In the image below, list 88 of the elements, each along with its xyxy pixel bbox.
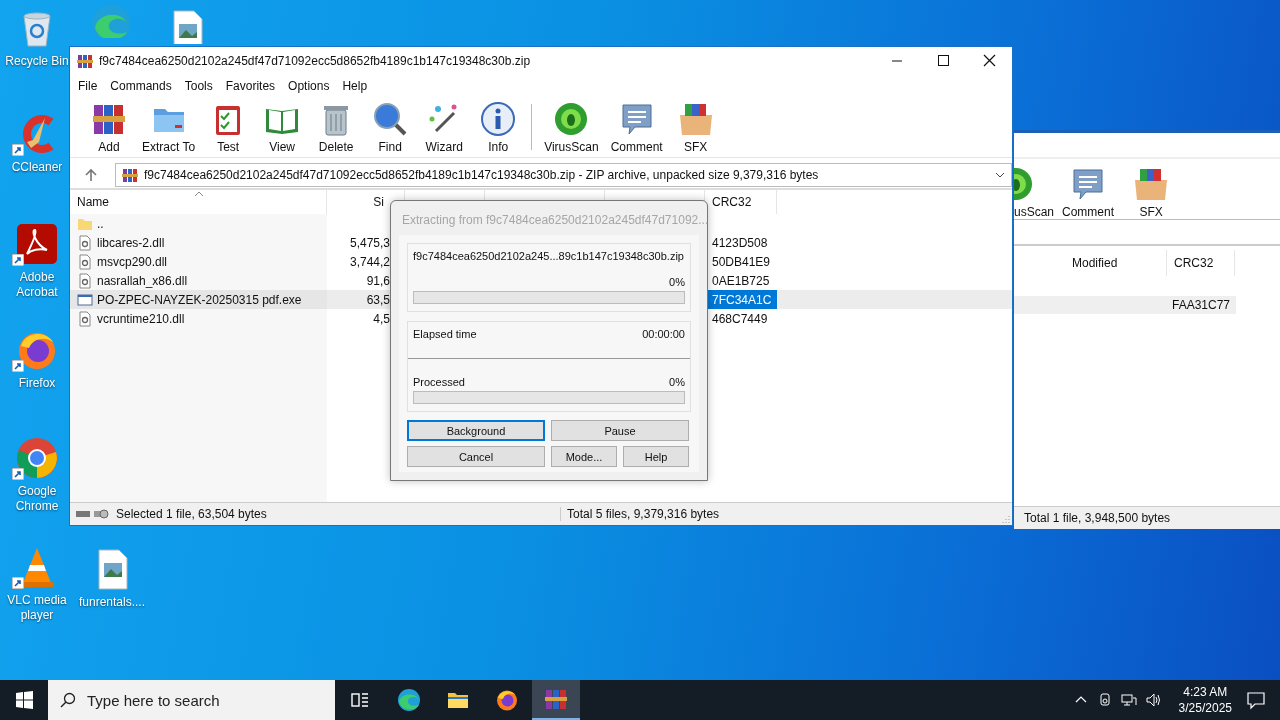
gear-file-icon <box>77 234 93 251</box>
toolbar-button[interactable]: Test <box>201 100 256 154</box>
toolbar-button[interactable]: View <box>255 100 310 154</box>
file-size: 3,744,2 <box>348 253 391 271</box>
toolbar-button[interactable]: SFX <box>668 100 723 154</box>
toolbar-button[interactable]: Info <box>471 100 526 154</box>
gear-file-icon <box>77 272 93 289</box>
firefox-icon <box>495 688 519 712</box>
percent-text: 0% <box>669 376 685 388</box>
file-name[interactable]: libcares-2.dll <box>70 233 327 252</box>
address-field[interactable]: f9c7484cea6250d2102a245df47d71092ecc5d8652fb4189c1b147c19348c30b.zip - ZIP archive, unpacked size 9,379,316 bytes <box>115 163 1012 187</box>
acrobat-icon[interactable] <box>15 222 59 266</box>
crc-value: 7FC34A1C <box>705 290 777 309</box>
dialog-button[interactable]: Cancel <box>407 446 545 467</box>
winrar-icon <box>122 167 138 183</box>
search-field[interactable]: Type here to search <box>48 680 335 720</box>
toolbar-button[interactable]: Wizard <box>417 100 472 154</box>
drive-icon <box>75 508 109 520</box>
file-name[interactable]: PO-ZPEC-NAYZEK-20250315 pdf.exe <box>70 290 327 309</box>
column-header[interactable]: Name <box>77 195 109 209</box>
archive-name: f9c7484cea6250d2102a245...89c1b147c19348c30b.zip <box>413 250 685 262</box>
toolbar-button[interactable]: Extract To <box>136 100 202 154</box>
dropdown-caret-icon <box>995 172 1005 178</box>
crc-value: 4123D508 <box>711 234 769 252</box>
notification-icon[interactable] <box>1246 690 1266 710</box>
network-icon[interactable] <box>1120 692 1137 708</box>
elapsed-value: 00:00:00 <box>642 328 685 340</box>
application-icon <box>77 291 93 308</box>
dialog-button[interactable]: Pause <box>551 420 689 441</box>
column-header[interactable]: CRC32 <box>712 195 752 209</box>
column-header[interactable]: Modified <box>1072 250 1167 276</box>
toolbar-button[interactable]: VirusScan <box>538 100 605 154</box>
processed-label: Processed <box>413 376 465 388</box>
box-icon <box>1133 166 1170 202</box>
toolbar-button[interactable]: SFX <box>1122 166 1181 219</box>
gear-file-icon <box>77 310 93 327</box>
file-size: 5,475,3 <box>348 234 391 252</box>
crc-value: 468C7449 <box>711 310 769 328</box>
menu-item[interactable]: Options <box>288 78 330 94</box>
speaker-icon[interactable] <box>1144 692 1161 708</box>
file-name[interactable]: .. <box>70 214 327 233</box>
desktop-icon-label: Firefox <box>18 376 56 391</box>
desktop-icon-label: Adobe Acrobat <box>15 270 59 300</box>
menu-item[interactable]: Favorites <box>225 78 276 94</box>
gear-file-icon <box>77 253 93 270</box>
file-size: 91,6 <box>365 272 391 290</box>
desktop-icon-label: CCleaner <box>11 160 63 175</box>
toolbar-button[interactable]: Add <box>82 100 136 154</box>
crc-value: 50DB41E9 <box>711 253 772 271</box>
dialog-button[interactable]: Mode... <box>551 446 617 467</box>
file-name[interactable]: msvcp290.dll <box>70 252 327 271</box>
column-header[interactable]: CRC32 <box>1167 250 1235 276</box>
clock[interactable]: 4:23 AM 3/25/2025 <box>1178 684 1232 716</box>
desktop-icon-label: funrentals.... <box>78 595 145 610</box>
books-icon <box>544 687 568 711</box>
window-title: f9c7484cea6250d2102a245df47d71092ecc5d8652fb4189c1b147c19348c30b.zip <box>99 54 531 68</box>
file-size: 4,5 <box>372 310 391 328</box>
status-text: Total 1 file, 3,948,500 bytes <box>1024 511 1171 525</box>
column-header[interactable]: Si <box>373 195 384 209</box>
crc-value: 0AE1B725 <box>711 272 771 290</box>
menu-item[interactable]: Help <box>342 78 368 94</box>
dialog-button[interactable]: Background <box>407 420 545 441</box>
toolbar-button[interactable]: Comment <box>1054 166 1123 219</box>
menu-item[interactable]: File <box>78 78 98 94</box>
search-icon <box>60 692 76 708</box>
toolbar-button[interactable]: Delete <box>309 100 364 154</box>
elapsed-label: Elapsed time <box>413 328 477 340</box>
toolbar-button[interactable]: Find <box>363 100 418 154</box>
chrome-icon[interactable] <box>15 436 59 480</box>
menu-item[interactable]: Tools <box>184 78 213 94</box>
desktop-icon-label: Google Chrome <box>14 484 60 514</box>
desktop-icon-label: VLC media player <box>6 593 68 623</box>
winrar-icon <box>77 53 93 69</box>
percent-text: 0% <box>669 276 685 288</box>
edge-icon <box>397 688 421 712</box>
info-icon <box>480 100 517 137</box>
up-arrow-icon[interactable] <box>84 168 98 182</box>
file-row[interactable]: FAA31C77 <box>1014 296 1236 314</box>
menu-item[interactable]: Commands <box>110 78 172 94</box>
file-name[interactable]: nasrallah_x86.dll <box>70 271 327 290</box>
desktop-icon-label: Recycle Bin <box>5 54 69 69</box>
file-name[interactable]: vcruntime210.dll <box>70 309 327 328</box>
dialog-button[interactable]: Help <box>623 446 689 467</box>
magnifier-icon <box>372 100 409 137</box>
toolbar-button[interactable]: Comment <box>604 100 669 154</box>
resize-grip-icon[interactable] <box>1000 513 1010 523</box>
status-text: Total 5 files, 9,379,316 bytes <box>560 507 720 521</box>
status-text: Selected 1 file, 63,504 bytes <box>116 507 268 521</box>
